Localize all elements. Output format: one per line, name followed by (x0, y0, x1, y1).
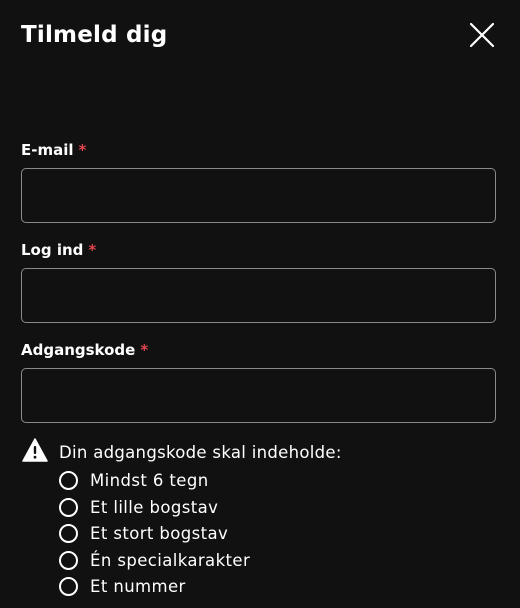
warning-icon (22, 438, 59, 466)
email-required-mark: * (78, 141, 87, 159)
password-rules-heading-text: Din adgangskode skal indeholde: (59, 442, 342, 462)
email-label: E-mail * (21, 140, 86, 160)
password-required-mark: * (140, 341, 149, 359)
password-rule-text: Mindst 6 tegn (90, 470, 209, 490)
rule-unchecked-circle-icon (59, 497, 78, 517)
password-rule-item: Én specialkarakter (59, 549, 250, 571)
email-field[interactable] (21, 168, 496, 223)
login-label: Log ind * (21, 240, 96, 260)
password-rules-heading: Din adgangskode skal indeholde: (22, 438, 342, 466)
password-label: Adgangskode * (21, 340, 148, 360)
email-label-text: E-mail (21, 141, 74, 159)
dialog-title: Tilmeld dig (21, 22, 168, 48)
login-field[interactable] (21, 268, 496, 323)
password-rule-text: Én specialkarakter (90, 550, 251, 570)
close-button[interactable] (468, 21, 496, 49)
password-rule-text: Et stort bogstav (90, 523, 229, 543)
password-rule-item: Et nummer (59, 575, 186, 597)
rule-unchecked-circle-icon (59, 470, 78, 490)
rule-unchecked-circle-icon (59, 523, 78, 543)
password-rule-text: Et lille bogstav (90, 497, 219, 517)
signup-dialog: Tilmeld dig E-mail * Log ind * Adgangskode… (0, 0, 520, 608)
close-icon (468, 21, 496, 49)
login-label-text: Log ind (21, 241, 84, 259)
password-label-text: Adgangskode (21, 341, 136, 359)
rule-unchecked-circle-icon (59, 576, 78, 596)
password-rule-item: Et stort bogstav (59, 522, 228, 544)
login-required-mark: * (88, 241, 97, 259)
rule-unchecked-circle-icon (59, 550, 78, 570)
password-rule-item: Mindst 6 tegn (59, 469, 209, 491)
password-field[interactable] (21, 368, 496, 423)
password-rule-item: Et lille bogstav (59, 496, 218, 518)
password-rule-text: Et nummer (90, 576, 186, 596)
